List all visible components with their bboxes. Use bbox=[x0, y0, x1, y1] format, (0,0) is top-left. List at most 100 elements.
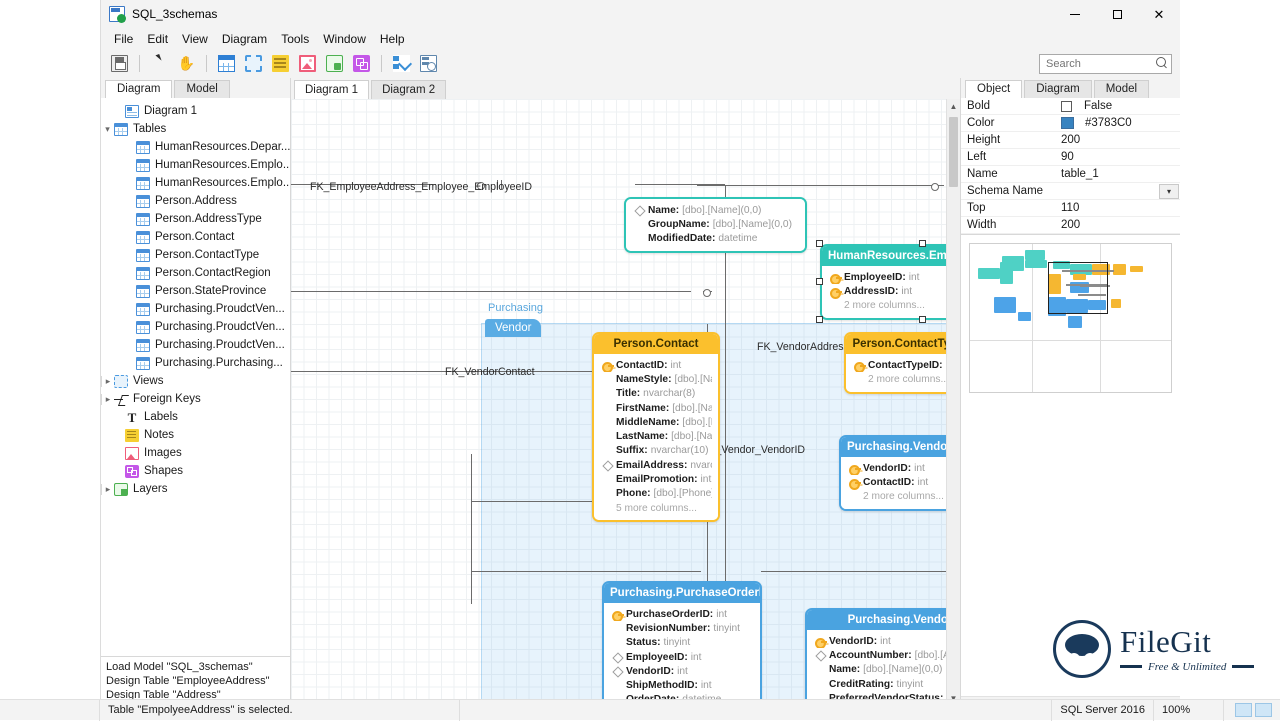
tree-item-humanresources-emplo[interactable]: HumanResources.Emplo... bbox=[101, 174, 290, 192]
tree-item-person-contacttype[interactable]: Person.ContactType bbox=[101, 246, 290, 264]
table-column-row[interactable]: 2 more columns... bbox=[854, 372, 960, 386]
tree-item-layers[interactable]: Layers bbox=[101, 480, 290, 498]
diagram-overview-map[interactable] bbox=[969, 243, 1172, 393]
table-column-row[interactable]: Name:[dbo].[Name](0,0) bbox=[815, 663, 960, 677]
table-column-row[interactable]: Status:tinyint bbox=[612, 636, 754, 650]
table-column-row[interactable]: ContactID:int bbox=[849, 475, 960, 489]
tree-item-humanresources-depar[interactable]: HumanResources.Depar... bbox=[101, 138, 290, 156]
table-node-person-contacttype[interactable]: Person.ContactType ContactTypeID:int2 mor… bbox=[844, 332, 960, 394]
menu-diagram[interactable]: Diagram bbox=[215, 30, 274, 48]
property-row-top[interactable]: Top110 bbox=[961, 200, 1180, 217]
search-input[interactable] bbox=[1039, 54, 1172, 74]
property-row-color[interactable]: Color#3783C0 bbox=[961, 115, 1180, 132]
selection-handle[interactable] bbox=[816, 240, 823, 247]
object-tree[interactable]: Diagram 1TablesHumanResources.Depar...Hu… bbox=[101, 98, 290, 656]
chevron-down-icon[interactable] bbox=[101, 124, 114, 135]
tree-item-humanresources-emplo[interactable]: HumanResources.Emplo... bbox=[101, 156, 290, 174]
search-icon[interactable] bbox=[1156, 57, 1167, 68]
table-column-row[interactable]: ContactTypeID:int bbox=[854, 358, 960, 372]
log-entry[interactable]: Design Table "EmployeeAddress" bbox=[101, 674, 290, 688]
tab-model-explorer[interactable]: Model bbox=[174, 80, 229, 98]
table-column-row[interactable]: PurchaseOrderID:int bbox=[612, 607, 754, 621]
table-node-purchasing-vendorcontact[interactable]: Purchasing.VendorContactVendorID:intCont… bbox=[839, 435, 960, 511]
table-header[interactable]: HumanResources.EmployeeAddress bbox=[822, 246, 960, 266]
scroll-up-icon[interactable]: ▲ bbox=[947, 99, 960, 113]
tree-item-person-addresstype[interactable]: Person.AddressType bbox=[101, 210, 290, 228]
table-column-row[interactable]: EmployeeID:int bbox=[830, 270, 960, 284]
property-value-cell[interactable]: 200 bbox=[1061, 219, 1180, 231]
tab-diagram-1[interactable]: Diagram 1 bbox=[294, 80, 369, 99]
view-mode-1-button[interactable] bbox=[1235, 703, 1252, 717]
table-column-row[interactable]: ShipMethodID:int bbox=[612, 678, 754, 692]
property-value-cell[interactable]: 110 bbox=[1061, 202, 1180, 214]
save-button[interactable] bbox=[106, 52, 132, 75]
table-header[interactable]: Purchasing.VendorContact bbox=[841, 437, 960, 457]
table-column-row[interactable]: Name:[dbo].[Name](0,0) bbox=[634, 203, 799, 217]
menu-file[interactable]: File bbox=[107, 30, 140, 48]
log-entry[interactable]: Load Model "SQL_3schemas" bbox=[101, 660, 290, 674]
table-column-row[interactable]: 2 more columns... bbox=[849, 490, 960, 504]
table-node-humanresources-department[interactable]: Name:[dbo].[Name](0,0)GroupName:[dbo].[N… bbox=[624, 197, 807, 253]
table-header[interactable]: Person.ContactType bbox=[846, 334, 960, 354]
table-header[interactable]: Person.Contact bbox=[594, 334, 718, 354]
property-row-width[interactable]: Width200 bbox=[961, 217, 1180, 234]
table-node-purchasing-vendor[interactable]: Purchasing.VendorVendorID:intAccountNumb… bbox=[805, 608, 960, 705]
new-table-button[interactable] bbox=[213, 52, 239, 75]
table-node-person-contact[interactable]: Person.ContactContactID:intNameStyle:[db… bbox=[592, 332, 720, 522]
tree-item-person-contact[interactable]: Person.Contact bbox=[101, 228, 290, 246]
new-view-button[interactable] bbox=[240, 52, 266, 75]
table-column-row[interactable]: Title:nvarchar(8) bbox=[602, 387, 712, 401]
property-value-cell[interactable]: 90 bbox=[1061, 151, 1180, 163]
diagram-canvas[interactable]: Purchasing Vendor bbox=[291, 99, 960, 705]
menu-tools[interactable]: Tools bbox=[274, 30, 316, 48]
table-column-row[interactable]: LastName:[dbo].[Name](0... bbox=[602, 429, 712, 443]
tab-object-properties[interactable]: Object bbox=[965, 80, 1022, 98]
tree-item-person-stateprovince[interactable]: Person.StateProvince bbox=[101, 282, 290, 300]
property-row-bold[interactable]: BoldFalse bbox=[961, 98, 1180, 115]
table-node-purchasing-purchaseorderheader[interactable]: Purchasing.PurchaseOrderHeaderPurchaseOr… bbox=[602, 581, 762, 705]
tree-item-views[interactable]: Views bbox=[101, 372, 290, 390]
tree-item-purchasing-proudctven[interactable]: Purchasing.ProudctVen... bbox=[101, 300, 290, 318]
property-row-left[interactable]: Left90 bbox=[961, 149, 1180, 166]
layer-tab-vendor[interactable]: Vendor bbox=[485, 319, 541, 337]
table-column-row[interactable]: Suffix:nvarchar(10) bbox=[602, 444, 712, 458]
menu-view[interactable]: View bbox=[175, 30, 215, 48]
tree-item-purchasing-purchasing[interactable]: Purchasing.Purchasing... bbox=[101, 354, 290, 372]
tree-item-purchasing-proudctven[interactable]: Purchasing.ProudctVen... bbox=[101, 318, 290, 336]
property-row-height[interactable]: Height200 bbox=[961, 132, 1180, 149]
menu-edit[interactable]: Edit bbox=[140, 30, 175, 48]
overview-viewport-rect[interactable] bbox=[1048, 262, 1108, 314]
color-swatch[interactable] bbox=[1061, 117, 1074, 129]
pan-tool-button[interactable]: ✋ bbox=[173, 52, 199, 75]
tree-item-person-contactregion[interactable]: Person.ContactRegion bbox=[101, 264, 290, 282]
table-column-row[interactable]: EmployeeID:int bbox=[612, 650, 754, 664]
fk-label[interactable]: FK_VendorContact bbox=[445, 366, 535, 378]
table-column-row[interactable]: NameStyle:[dbo].[NameSt... bbox=[602, 372, 712, 386]
tab-diagram-properties[interactable]: Diagram bbox=[1024, 80, 1091, 98]
table-column-row[interactable]: GroupName:[dbo].[Name](0,0) bbox=[634, 217, 799, 231]
property-grid[interactable]: BoldFalseColor#3783C0Height200Left90Name… bbox=[961, 98, 1180, 234]
table-column-row[interactable]: MiddleName:[dbo].[Name]... bbox=[602, 415, 712, 429]
canvas-vertical-scrollbar[interactable]: ▲ ▼ bbox=[946, 99, 960, 705]
menu-help[interactable]: Help bbox=[373, 30, 412, 48]
table-column-row[interactable]: EmailAddress:nvarchar(50) bbox=[602, 458, 712, 472]
table-header[interactable]: Purchasing.Vendor bbox=[807, 610, 960, 630]
property-row-schema-name[interactable]: Schema Name▾ bbox=[961, 183, 1180, 200]
chevron-down-icon[interactable]: ▾ bbox=[1159, 184, 1179, 199]
select-tool-button[interactable] bbox=[146, 52, 172, 75]
tree-item-purchasing-proudctven[interactable]: Purchasing.ProudctVen... bbox=[101, 336, 290, 354]
table-column-row[interactable]: AddressID:int bbox=[830, 284, 960, 298]
property-value-cell[interactable]: #3783C0 bbox=[1061, 117, 1180, 129]
table-column-row[interactable]: EmailPromotion:int bbox=[602, 472, 712, 486]
chevron-right-icon[interactable] bbox=[101, 394, 114, 405]
table-column-row[interactable]: 2 more columns... bbox=[830, 299, 960, 313]
tree-item-shapes[interactable]: Shapes bbox=[101, 462, 290, 480]
table-column-row[interactable]: 5 more columns... bbox=[602, 501, 712, 515]
checkbox-unchecked-icon[interactable] bbox=[1061, 101, 1072, 112]
new-layer-button[interactable] bbox=[321, 52, 347, 75]
tab-diagram-explorer[interactable]: Diagram bbox=[105, 80, 172, 98]
maximize-button[interactable] bbox=[1096, 0, 1138, 28]
table-column-row[interactable]: ModifiedDate:datetime bbox=[634, 232, 799, 246]
new-image-button[interactable] bbox=[294, 52, 320, 75]
property-value-cell[interactable]: 200 bbox=[1061, 134, 1180, 146]
